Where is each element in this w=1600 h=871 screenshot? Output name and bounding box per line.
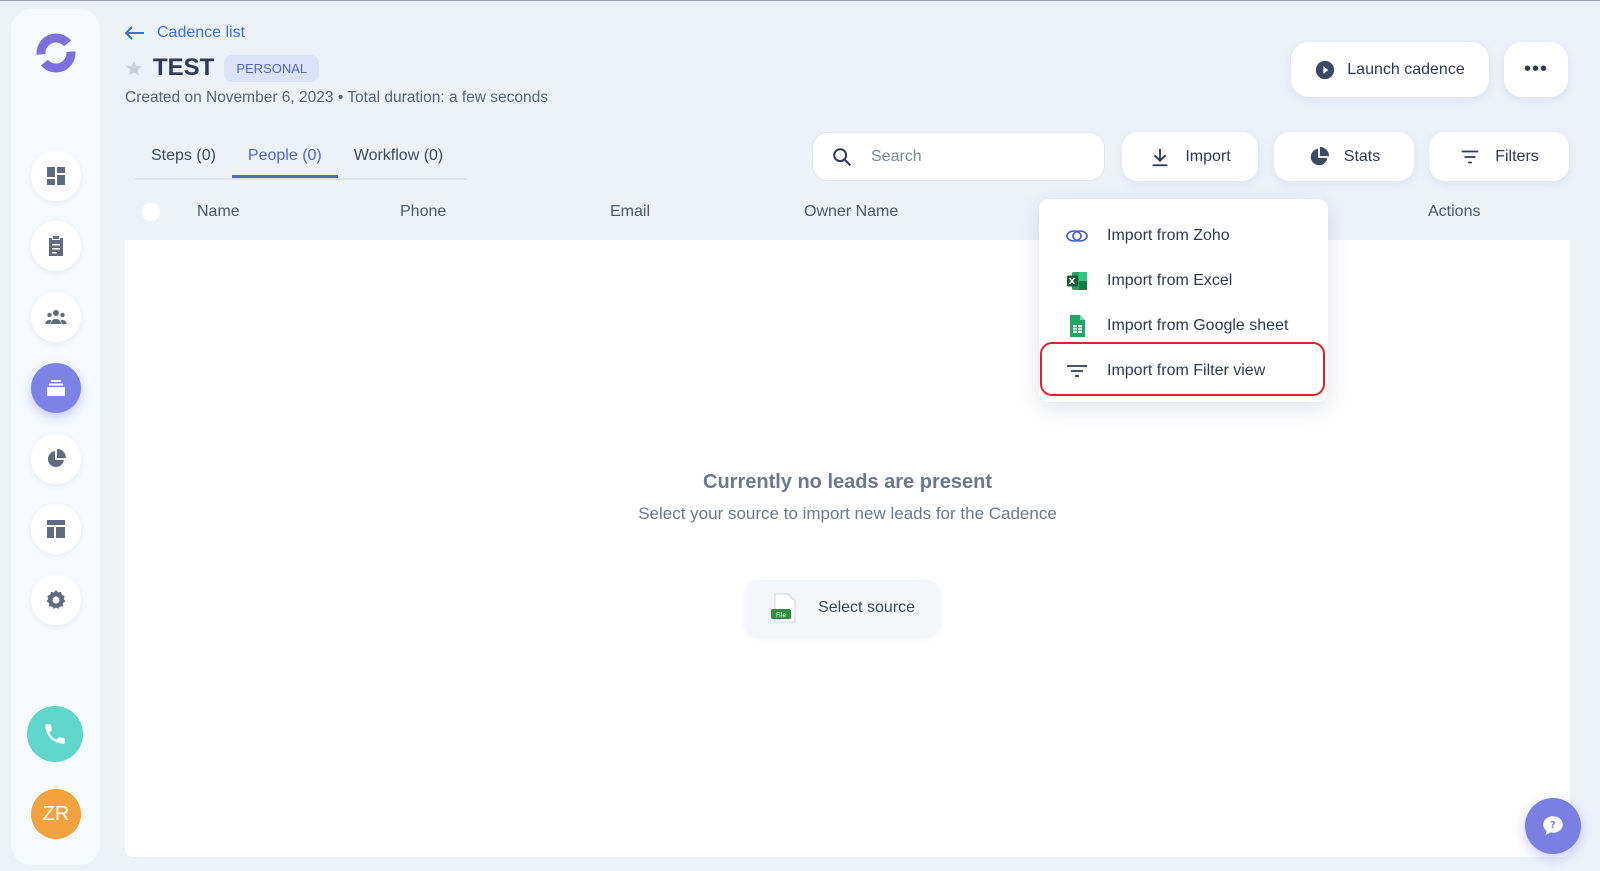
phone-icon [45, 724, 65, 744]
import-button[interactable]: Import [1122, 132, 1258, 181]
select-source-button[interactable]: File Select source [745, 580, 940, 636]
select-all-checkbox[interactable] [142, 203, 160, 221]
search-placeholder: Search [871, 147, 922, 165]
column-header-name[interactable]: Name [197, 203, 240, 221]
import-from-excel-item[interactable]: Import from Excel [1039, 258, 1328, 303]
filters-label: Filters [1495, 147, 1539, 165]
import-from-zoho-label: Import from Zoho [1107, 226, 1230, 244]
nav-settings[interactable] [31, 575, 81, 625]
empty-state-subtitle: Select your source to import new leads f… [638, 504, 1057, 523]
app-logo-icon[interactable] [34, 31, 78, 75]
import-label: Import [1185, 147, 1231, 165]
title-row: TEST PERSONAL [125, 54, 320, 82]
import-from-filter-view-label: Import from Filter view [1107, 361, 1266, 379]
column-header-email[interactable]: Email [610, 203, 650, 221]
column-header-owner[interactable]: Owner Name [804, 203, 898, 221]
tab-bar: Steps (0) People (0) Workflow (0) [135, 131, 467, 180]
svg-text:?: ? [1550, 820, 1556, 831]
nav-stats[interactable] [31, 434, 81, 484]
dashboard-icon [47, 167, 65, 185]
column-header-phone[interactable]: Phone [400, 203, 446, 221]
nav-people[interactable] [31, 292, 81, 342]
cadence-stack-icon [47, 380, 65, 396]
more-options-icon: ••• [1523, 58, 1548, 80]
launch-cadence-button[interactable]: Launch cadence [1291, 42, 1489, 97]
google-sheet-icon [1070, 314, 1085, 337]
people-icon [45, 310, 67, 324]
people-table-body: Currently no leads are present Select yo… [125, 240, 1570, 857]
back-to-cadence-list[interactable]: Cadence list [125, 24, 245, 42]
pie-chart-icon [1310, 146, 1329, 165]
chat-help-icon: ? [1543, 816, 1563, 836]
template-icon [47, 520, 65, 538]
nav-tasks[interactable] [31, 221, 81, 271]
page-title: TEST [153, 54, 215, 81]
call-button[interactable] [27, 706, 83, 762]
more-options-button[interactable]: ••• [1504, 42, 1568, 97]
play-circle-icon [1316, 60, 1335, 79]
arrow-left-icon [125, 26, 144, 40]
user-avatar[interactable]: ZR [31, 789, 81, 839]
cadence-type-badge: PERSONAL [224, 54, 320, 82]
stats-label: Stats [1343, 147, 1381, 165]
nav-dashboard[interactable] [31, 151, 81, 201]
empty-state-title: Currently no leads are present [703, 471, 992, 493]
filter-icon [1067, 364, 1087, 377]
download-icon [1152, 148, 1168, 166]
select-source-label: Select source [818, 599, 915, 616]
stats-button[interactable]: Stats [1274, 132, 1414, 181]
column-header-actions[interactable]: Actions [1428, 203, 1480, 221]
help-chat-button[interactable]: ? [1525, 798, 1581, 854]
back-link-label: Cadence list [157, 24, 246, 41]
gear-icon [46, 590, 66, 609]
import-from-google-sheet-item[interactable]: Import from Google sheet [1039, 303, 1328, 348]
import-from-google-sheet-label: Import from Google sheet [1107, 316, 1289, 334]
file-icon: File [771, 593, 796, 623]
import-from-filter-view-item[interactable]: Import from Filter view [1039, 348, 1328, 393]
import-from-zoho-item[interactable]: Import from Zoho [1039, 213, 1328, 258]
launch-cadence-label: Launch cadence [1347, 60, 1465, 78]
sidebar: ZR [11, 9, 100, 865]
filters-button[interactable]: Filters [1429, 132, 1569, 181]
nav-templates[interactable] [31, 504, 81, 554]
nav-cadences[interactable] [31, 363, 81, 413]
tab-steps[interactable]: Steps (0) [135, 131, 232, 178]
clipboard-icon [49, 236, 63, 256]
table-header: Name Phone Email Owner Name Actions [125, 199, 1570, 239]
pie-chart-icon [47, 449, 66, 467]
filter-icon [1461, 150, 1479, 163]
search-icon [833, 147, 852, 166]
star-icon[interactable] [125, 59, 143, 77]
import-dropdown-menu: Import from Zoho Import from Excel Impor… [1039, 199, 1328, 402]
tab-people[interactable]: People (0) [231, 131, 338, 178]
cadence-meta: Created on November 6, 2023 • Total dura… [125, 89, 549, 106]
search-input[interactable]: Search [812, 132, 1105, 181]
zoho-icon [1066, 229, 1088, 242]
import-from-excel-label: Import from Excel [1107, 271, 1233, 289]
file-icon-label: File [776, 612, 786, 619]
tab-workflow[interactable]: Workflow (0) [338, 131, 460, 178]
excel-icon [1067, 271, 1087, 290]
